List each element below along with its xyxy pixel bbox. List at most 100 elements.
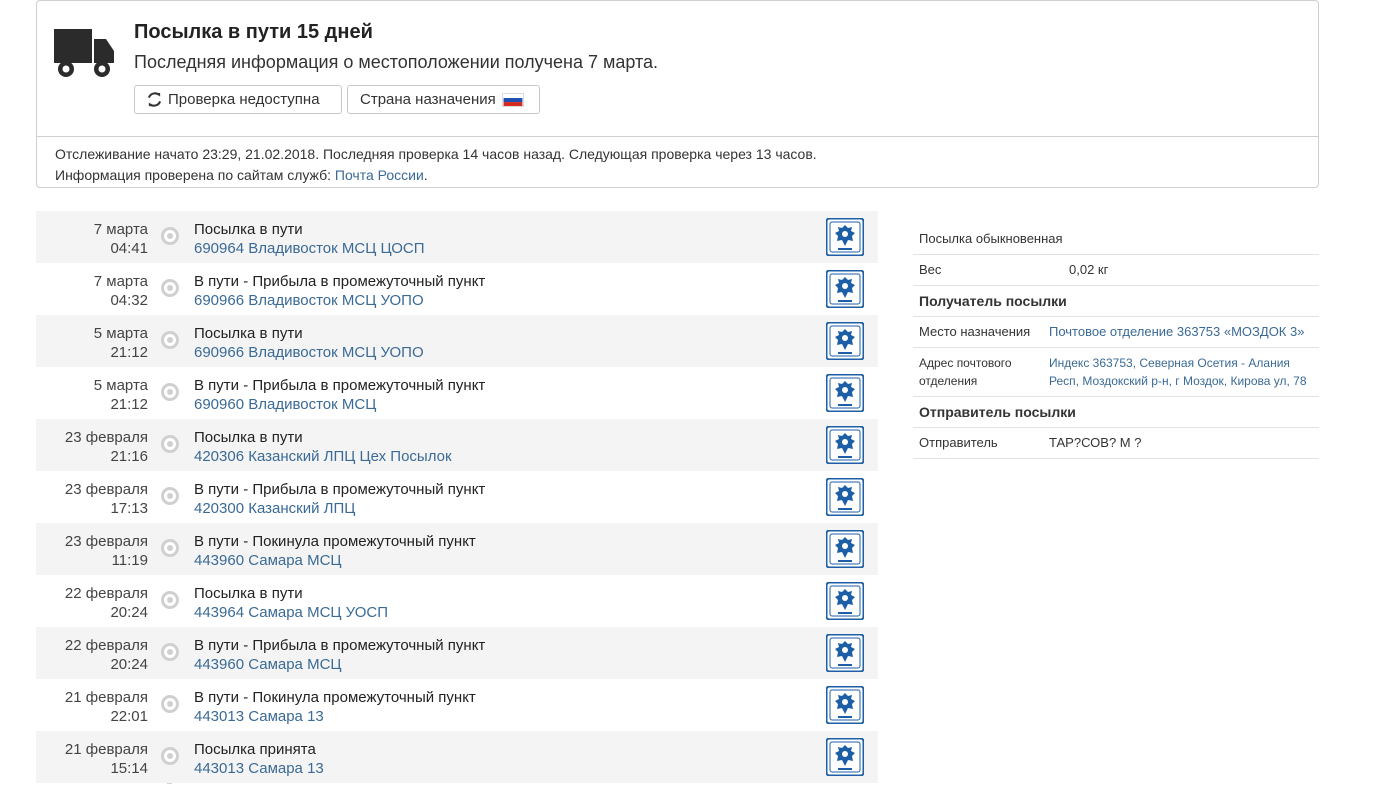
- event-datetime: 23 февраля 17:13: [38, 480, 148, 518]
- event-place-link[interactable]: 690966 Владивосток МСЦ УОПО: [194, 291, 424, 310]
- event-date: 23 февраля: [64, 533, 148, 550]
- event-place-link[interactable]: 443013 Самара 13: [194, 759, 324, 778]
- timeline-event: 23 февраля 11:19 В пути - Покинула проме…: [36, 523, 878, 575]
- sender-value: ТАР?СОВ? М ?: [1049, 435, 1142, 450]
- event-status: Посылка в пути: [194, 221, 303, 238]
- status-subtitle: Последняя информация о местоположении по…: [134, 52, 659, 72]
- event-time: 04:41: [110, 240, 148, 257]
- address-label: Адрес почтового отделения: [919, 356, 1012, 388]
- sender-heading: Отправитель посылки: [913, 397, 1319, 428]
- timeline-event: 5 марта 21:12 Посылка в пути 690966 Влад…: [36, 315, 878, 367]
- parcel-info-panel: Посылка обыкновенная Вес 0,02 кг Получат…: [913, 224, 1319, 459]
- russian-post-logo-icon: [826, 322, 864, 360]
- recipient-heading: Получатель посылки: [913, 286, 1319, 317]
- event-datetime: 22 февраля 20:24: [38, 636, 148, 674]
- timeline-event: 21 февраля 15:14 Посылка принята 443013 …: [36, 731, 878, 783]
- event-date: 21 февраля: [64, 689, 148, 706]
- timeline-event: 7 марта 04:41 Посылка в пути 690964 Влад…: [36, 211, 878, 263]
- event-status: В пути - Прибыла в промежуточный пункт: [194, 637, 486, 654]
- event-time: 11:19: [111, 552, 148, 569]
- event-datetime: 5 марта 21:12: [38, 324, 148, 362]
- check-unavailable-label: Проверка недоступна: [168, 91, 320, 108]
- event-status: Посылка в пути: [194, 585, 303, 602]
- event-date: 21 февраля: [64, 741, 148, 758]
- event-datetime: 7 марта 04:41: [38, 220, 148, 258]
- event-time: 22:01: [110, 708, 148, 725]
- timeline-event: 5 марта 21:12 В пути - Прибыла в промежу…: [36, 367, 878, 419]
- refresh-icon: [147, 92, 162, 107]
- event-time: 17:13: [110, 500, 148, 517]
- event-date: 7 марта: [93, 221, 148, 238]
- tracking-timeline: 7 марта 04:41 Посылка в пути 690964 Влад…: [36, 211, 878, 784]
- destination-label: Место назначения: [919, 324, 1031, 339]
- event-date: 5 марта: [93, 377, 148, 394]
- truck-icon: [54, 29, 114, 77]
- event-status: Посылка в пути: [194, 325, 303, 342]
- timeline-dot: [161, 279, 179, 297]
- timeline-event: 22 февраля 20:24 В пути - Прибыла в пром…: [36, 627, 878, 679]
- recipient-heading-text: Получатель посылки: [919, 293, 1067, 309]
- timeline-dot: [161, 227, 179, 245]
- timeline-event: 22 февраля 20:24 Посылка в пути 443964 С…: [36, 575, 878, 627]
- event-place-link[interactable]: 690960 Владивосток МСЦ: [194, 395, 376, 414]
- event-status: В пути - Прибыла в промежуточный пункт: [194, 377, 486, 394]
- event-time: 04:32: [110, 292, 148, 309]
- event-time: 21:12: [110, 344, 148, 361]
- timeline-dot: [161, 643, 179, 661]
- timeline-event: 23 февраля 17:13 В пути - Прибыла в пром…: [36, 471, 878, 523]
- russian-post-logo-icon: [826, 634, 864, 672]
- event-date: 22 февраля: [64, 637, 148, 654]
- event-date: 23 февраля: [64, 429, 148, 446]
- event-datetime: 7 марта 04:32: [38, 272, 148, 310]
- event-datetime: 5 марта 21:12: [38, 376, 148, 414]
- tracking-info: Отслеживание начато 23:29, 21.02.2018. П…: [37, 137, 1318, 186]
- event-place-link[interactable]: 443013 Самара 13: [194, 707, 324, 726]
- verified-prefix: Информация проверена по сайтам служб:: [55, 167, 335, 183]
- timeline-dot: [161, 383, 179, 401]
- sender-row: Отправитель ТАР?СОВ? М ?: [913, 428, 1319, 459]
- tracking-started-text: Отслеживание начато 23:29, 21.02.2018. П…: [55, 146, 817, 162]
- event-time: 20:24: [110, 604, 148, 621]
- event-date: 23 февраля: [64, 481, 148, 498]
- event-place-link[interactable]: 690964 Владивосток МСЦ ЦОСП: [194, 239, 425, 258]
- event-place-link[interactable]: 443960 Самара МСЦ: [194, 551, 342, 570]
- event-datetime: 22 февраля 20:24: [38, 584, 148, 622]
- event-date: 22 февраля: [64, 585, 148, 602]
- event-datetime: 23 февраля 11:19: [38, 532, 148, 570]
- timeline-dot: [161, 747, 179, 765]
- timeline-dot: [161, 591, 179, 609]
- event-datetime: 23 февраля 21:16: [38, 428, 148, 466]
- russian-post-logo-icon: [826, 478, 864, 516]
- russia-flag-icon: [501, 92, 524, 107]
- event-place-link[interactable]: 420306 Казанский ЛПЦ Цех Посылок: [194, 447, 452, 466]
- verified-suffix: .: [423, 167, 428, 183]
- weight-value: 0,02 кг: [1069, 262, 1109, 277]
- event-date: 7 марта: [93, 273, 148, 290]
- event-place-link[interactable]: 690966 Владивосток МСЦ УОПО: [194, 343, 424, 362]
- event-status: В пути - Покинула промежуточный пункт: [194, 689, 476, 706]
- russian-post-logo-icon: [826, 374, 864, 412]
- russian-post-link[interactable]: Почта России: [335, 167, 424, 183]
- event-place-link[interactable]: 443960 Самара МСЦ: [194, 655, 342, 674]
- weight-row: Вес 0,02 кг: [913, 255, 1319, 286]
- timeline-dot: [161, 487, 179, 505]
- event-datetime: 21 февраля 15:14: [38, 740, 148, 778]
- destination-country-button[interactable]: Страна назначения: [347, 85, 540, 114]
- timeline-event: 23 февраля 21:16 Посылка в пути 420306 К…: [36, 419, 878, 471]
- check-unavailable-button[interactable]: Проверка недоступна: [134, 85, 342, 114]
- status-title: Посылка в пути 15 дней: [134, 21, 373, 43]
- event-status: Посылка в пути: [194, 429, 303, 446]
- destination-link[interactable]: Почтовое отделение 363753 «МОЗДОК 3»: [1049, 323, 1313, 341]
- russian-post-logo-icon: [826, 582, 864, 620]
- parcel-type-row: Посылка обыкновенная: [913, 224, 1319, 255]
- event-place-link[interactable]: 443964 Самара МСЦ УОСП: [194, 603, 388, 622]
- event-status: В пути - Прибыла в промежуточный пункт: [194, 481, 486, 498]
- event-place-link[interactable]: 420300 Казанский ЛПЦ: [194, 499, 355, 518]
- timeline-dot: [161, 539, 179, 557]
- destination-row: Место назначения Почтовое отделение 3637…: [913, 317, 1319, 348]
- sender-heading-text: Отправитель посылки: [919, 404, 1076, 420]
- timeline-event: 21 февраля 22:01 В пути - Покинула проме…: [36, 679, 878, 731]
- event-status: Посылка принята: [194, 741, 316, 758]
- event-status: В пути - Покинула промежуточный пункт: [194, 533, 476, 550]
- address-link[interactable]: Индекс 363753, Северная Осетия - Алания …: [1049, 354, 1313, 390]
